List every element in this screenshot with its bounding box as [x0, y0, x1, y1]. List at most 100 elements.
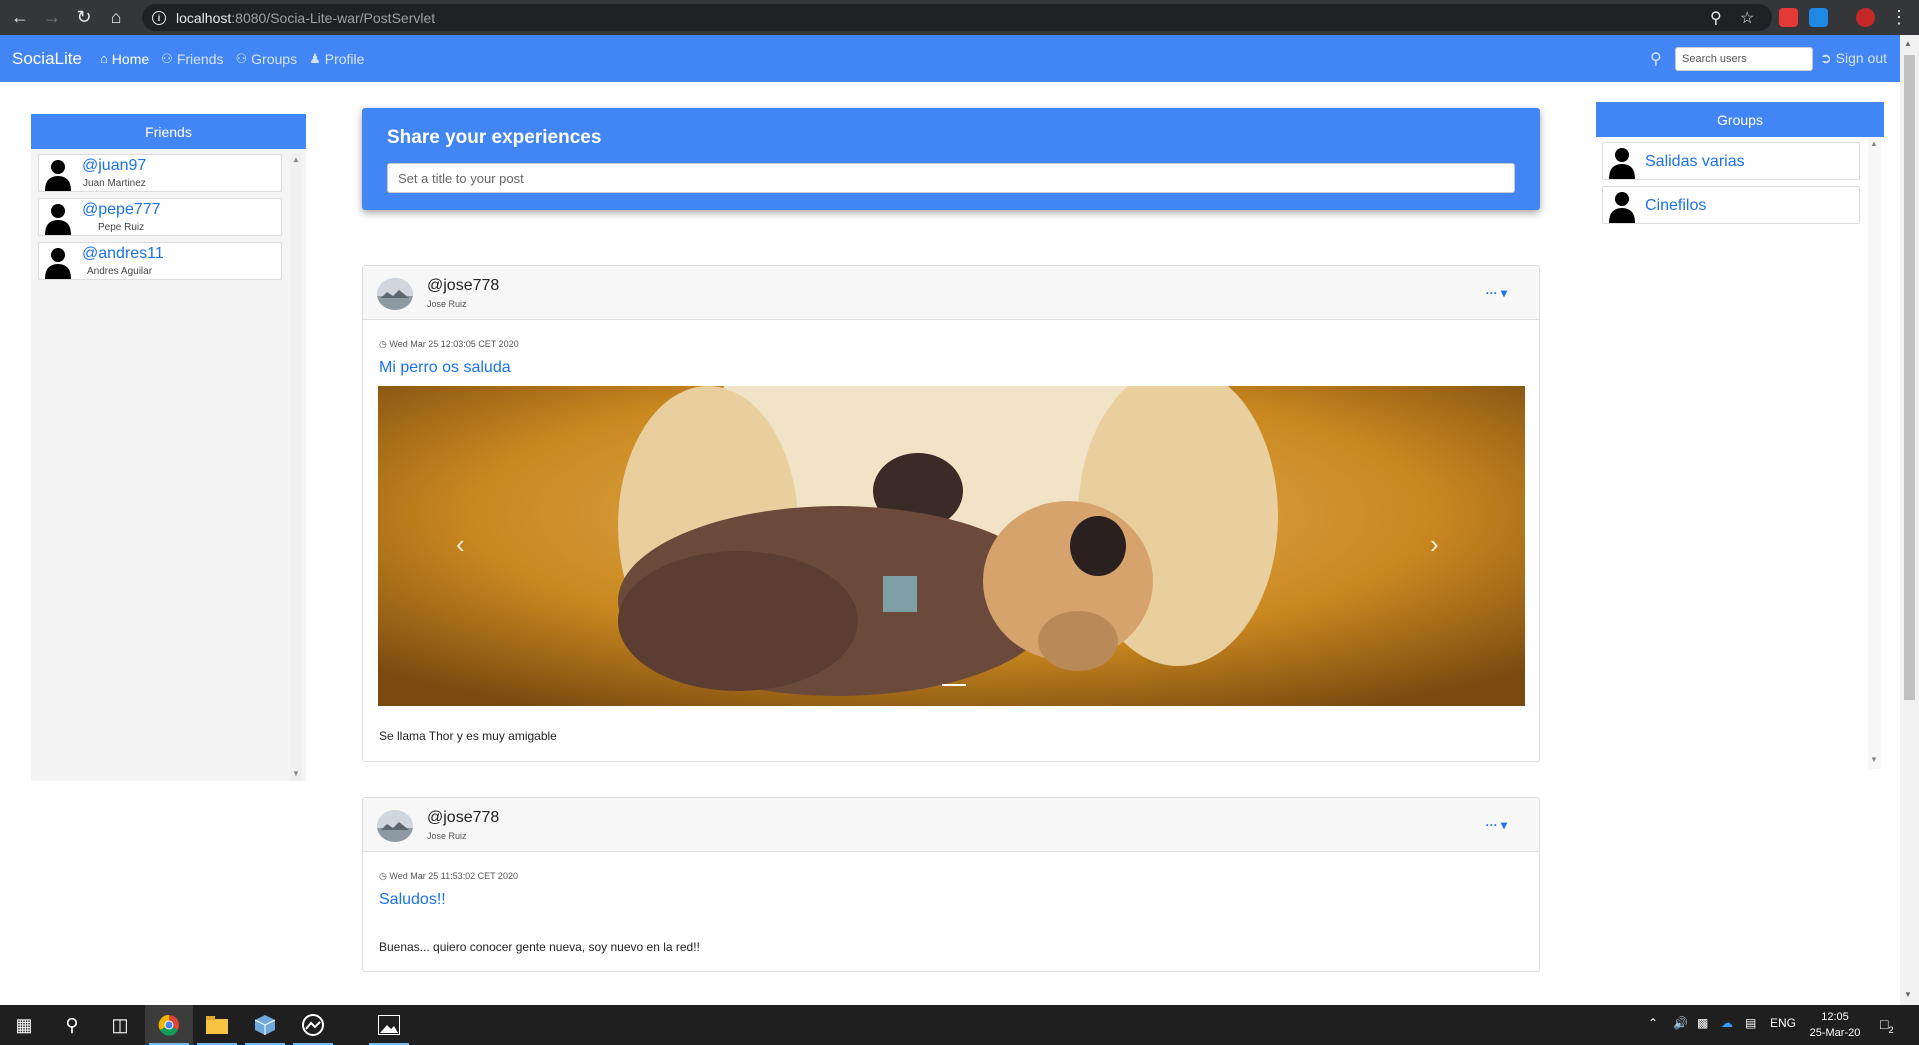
carousel-indicator[interactable]	[942, 684, 966, 686]
nav-profile-label: Profile	[324, 50, 365, 67]
profile-avatar-icon[interactable]	[1856, 8, 1875, 27]
task-view-icon[interactable]: ◫	[96, 1005, 144, 1045]
bookmark-star-icon[interactable]: ☆	[1740, 4, 1754, 31]
person-silhouette-icon	[45, 248, 71, 279]
post-body: Se llama Thor y es muy amigable	[379, 729, 557, 743]
search-icon[interactable]: ⚲	[1650, 49, 1662, 69]
virtualbox-icon[interactable]	[241, 1005, 289, 1045]
site-info-icon[interactable]: i	[152, 10, 166, 25]
nav-home-label: Home	[111, 50, 150, 67]
clock-icon: ◷	[379, 339, 387, 349]
os-taskbar: ▦ ⚲ ◫ ⌃ 🔊 ▩ ☁ ▤ ENG 12:05 25-Mar-20 □2	[0, 1005, 1919, 1045]
signout-link[interactable]: ➲ Sign out	[1820, 50, 1887, 67]
group-item[interactable]: Cinefilos	[1602, 186, 1860, 224]
eclipse-app-icon[interactable]	[289, 1005, 337, 1045]
post-header: @jose778 Jose Ruiz ··· ▾	[363, 798, 1539, 852]
browser-toolbar: ← → ↻ ⌂ i localhost:8080/Socia-Lite-war/…	[0, 0, 1919, 35]
brand-logo[interactable]: SociaLite	[12, 49, 82, 69]
extension-red-icon[interactable]	[1779, 8, 1798, 27]
post-username[interactable]: @jose778	[427, 809, 499, 827]
home-browser-icon[interactable]: ⌂	[100, 0, 132, 35]
scrollbar-thumb[interactable]	[1904, 55, 1915, 700]
avatar[interactable]	[377, 810, 413, 842]
search-users-input[interactable]	[1675, 47, 1813, 71]
extension-cloud-icon[interactable]	[1809, 8, 1828, 27]
nav-profile[interactable]: ♟ Profile	[309, 51, 364, 67]
friend-handle[interactable]: @pepe777	[82, 201, 161, 219]
windows-start-icon[interactable]: ▦	[0, 1005, 48, 1045]
friends-list: @juan97 Juan Martinez @pepe777 Pepe Ruiz…	[31, 149, 306, 781]
person-silhouette-icon	[45, 204, 71, 235]
friends-panel-header: Friends	[31, 114, 306, 149]
friend-name: Juan Martinez	[83, 178, 146, 189]
onedrive-icon[interactable]: ☁	[1721, 1016, 1733, 1030]
group-name[interactable]: Salidas varias	[1645, 153, 1745, 171]
friend-handle[interactable]: @andres11	[82, 245, 164, 263]
image-carousel: ‹ ›	[378, 386, 1525, 706]
nav-groups[interactable]: ⚇ Groups	[236, 51, 298, 67]
url-host: localhost	[176, 9, 232, 26]
friend-item[interactable]: @andres11 Andres Aguilar	[38, 242, 282, 280]
address-bar[interactable]: i localhost:8080/Socia-Lite-war/PostServ…	[142, 4, 1772, 31]
carousel-next-icon[interactable]: ›	[1430, 529, 1439, 560]
network-icon[interactable]: ▤	[1745, 1016, 1756, 1030]
post-card: @jose778 Jose Ruiz ··· ▾ ◷ Wed Mar 25 12…	[362, 265, 1540, 762]
friends-scrollbar[interactable]: ▲ ▼	[290, 153, 302, 781]
caret-down-icon: ▾	[1500, 818, 1507, 832]
page-scrollbar[interactable]: ▲ ▼	[1900, 35, 1919, 1005]
post-username[interactable]: @jose778	[427, 277, 499, 295]
browser-menu-icon[interactable]: ⋮	[1883, 0, 1915, 35]
scroll-down-icon[interactable]: ▼	[1904, 990, 1912, 999]
groups-scrollbar[interactable]: ▲ ▼	[1868, 137, 1881, 769]
tray-chevron-icon[interactable]: ⌃	[1648, 1016, 1658, 1030]
scroll-up-icon[interactable]: ▲	[292, 155, 300, 164]
person-silhouette-icon	[45, 160, 71, 191]
url-text: localhost:8080/Socia-Lite-war/PostServle…	[176, 10, 435, 26]
taskbar-clock[interactable]: 12:05 25-Mar-20	[1805, 1009, 1865, 1041]
friend-item[interactable]: @juan97 Juan Martinez	[38, 154, 282, 192]
group-icon: ⚇	[235, 50, 248, 66]
nav-friends[interactable]: ⚇ Friends	[161, 51, 223, 67]
forward-icon[interactable]: →	[36, 0, 68, 35]
file-explorer-icon[interactable]	[193, 1005, 241, 1045]
share-post-box: Share your experiences	[362, 108, 1540, 210]
friend-handle[interactable]: @juan97	[82, 157, 146, 175]
post-title[interactable]: Mi perro os saluda	[379, 359, 511, 377]
friend-item[interactable]: @pepe777 Pepe Ruiz	[38, 198, 282, 236]
notification-count: 2	[1888, 1024, 1894, 1035]
back-icon[interactable]: ←	[4, 0, 36, 35]
taskbar-search-icon[interactable]: ⚲	[48, 1005, 96, 1045]
signout-icon: ➲	[1820, 50, 1832, 66]
language-indicator[interactable]: ENG	[1770, 1016, 1796, 1030]
nav-home[interactable]: ⌂ Home	[100, 51, 149, 67]
nav-groups-label: Groups	[251, 50, 298, 67]
group-name[interactable]: Cinefilos	[1645, 197, 1706, 215]
post-timestamp: ◷ Wed Mar 25 12:03:05 CET 2020	[379, 339, 519, 350]
zoom-icon[interactable]: ⚲	[1710, 4, 1722, 31]
volume-icon[interactable]: 🔊	[1673, 1016, 1688, 1030]
scroll-down-icon[interactable]: ▼	[1870, 755, 1878, 764]
clock-time: 12:05	[1821, 1011, 1849, 1023]
avatar[interactable]	[377, 278, 413, 310]
post-title[interactable]: Saludos!!	[379, 891, 446, 909]
post-header: @jose778 Jose Ruiz ··· ▾	[363, 266, 1539, 320]
post-date-text: Wed Mar 25 12:03:05 CET 2020	[389, 339, 519, 349]
battery-icon[interactable]: ▩	[1697, 1016, 1708, 1030]
post-fullname: Jose Ruiz	[427, 299, 467, 309]
post-options-dropdown[interactable]: ··· ▾	[1486, 818, 1507, 832]
scroll-down-icon[interactable]: ▼	[292, 769, 300, 778]
photos-app-icon[interactable]	[365, 1005, 413, 1045]
post-options-dropdown[interactable]: ··· ▾	[1486, 286, 1507, 300]
scroll-up-icon[interactable]: ▲	[1904, 39, 1912, 48]
chrome-app-icon[interactable]	[145, 1005, 193, 1045]
group-item[interactable]: Salidas varias	[1602, 142, 1860, 180]
groups-panel-header: Groups	[1596, 102, 1884, 137]
post-title-input[interactable]	[387, 163, 1515, 193]
notifications-icon[interactable]: □2	[1880, 1016, 1893, 1035]
carousel-prev-icon[interactable]: ‹	[456, 529, 465, 560]
friend-name: Pepe Ruiz	[98, 222, 145, 233]
reload-icon[interactable]: ↻	[68, 0, 100, 35]
person-silhouette-icon	[1609, 148, 1635, 179]
signout-label: Sign out	[1835, 50, 1887, 66]
scroll-up-icon[interactable]: ▲	[1870, 139, 1878, 148]
